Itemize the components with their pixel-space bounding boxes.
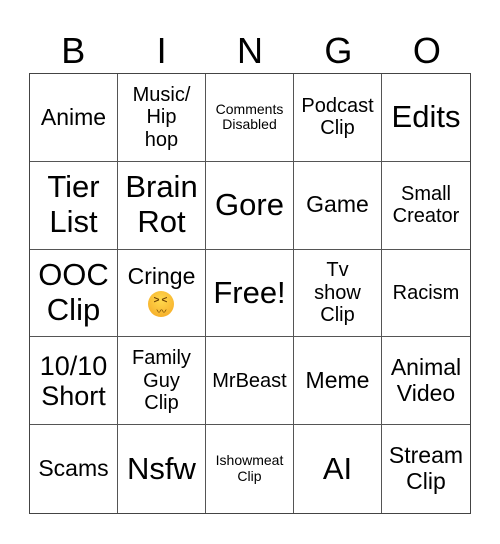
bingo-cell[interactable]: Meme — [294, 337, 382, 426]
cell-content: Scams — [38, 455, 109, 482]
cell-label: MrBeast — [212, 369, 287, 392]
cell-content: Stream Clip — [389, 443, 463, 495]
bingo-cell[interactable]: Scams — [30, 425, 118, 513]
bingo-cell[interactable]: Music/ Hip hop — [118, 74, 206, 162]
cell-content: MrBeast — [212, 370, 286, 392]
cell-label: Edits — [391, 99, 461, 135]
cell-label: Family Guy Clip — [132, 347, 191, 414]
cell-content: Tier List — [47, 169, 100, 240]
cell-label: Anime — [40, 103, 107, 130]
bingo-grid: Anime Music/ Hip hop Comments Disabled Podc… — [29, 73, 471, 514]
cell-content: Animal Video — [390, 354, 462, 407]
cell-label: Gore — [215, 186, 284, 222]
bingo-cell[interactable]: Tv show Clip — [294, 249, 382, 338]
cell-content: OOC Clip — [38, 257, 109, 327]
bingo-cell[interactable]: OOC Clip — [30, 249, 118, 338]
cell-label: Ishowmeat Clip — [215, 452, 284, 485]
cell-content: Tv show Clip — [314, 259, 361, 326]
cell-label: OOC Clip — [38, 257, 109, 327]
cell-label: Tv show Clip — [314, 259, 361, 327]
bingo-cell[interactable]: MrBeast — [206, 337, 294, 426]
bingo-cell[interactable]: Edits — [382, 74, 470, 162]
cell-content: Free! — [213, 274, 286, 311]
cell-label: Meme — [305, 366, 370, 393]
cell-content: Family Guy Clip — [132, 347, 191, 414]
bingo-cell[interactable]: 10/10 Short — [30, 337, 118, 426]
bingo-cell[interactable]: Tier List — [30, 161, 118, 250]
cell-label: Animal Video — [390, 354, 462, 406]
bingo-cell[interactable]: Racism — [382, 250, 470, 338]
cell-label: Small Creator — [392, 182, 460, 228]
cell-content: Small Creator — [393, 183, 460, 228]
header-letter-b: B — [61, 30, 86, 71]
cell-content: Brain Rot — [125, 169, 198, 240]
bingo-cell[interactable]: Family Guy Clip — [118, 337, 206, 426]
cell-content: Anime — [40, 103, 107, 131]
bingo-cell[interactable]: Podcast Clip — [294, 74, 382, 162]
bingo-cell[interactable]: Gore — [206, 161, 294, 250]
bingo-cell[interactable]: Anime — [30, 74, 118, 162]
cell-content: Comments Disabled — [215, 100, 284, 133]
cell-content: Ishowmeat Clip — [215, 452, 284, 485]
header-letter-n: N — [237, 30, 264, 71]
cell-label: Brain Rot — [125, 169, 198, 240]
cell-label: Music/ Hip hop — [132, 83, 191, 151]
cell-label: Nsfw — [127, 450, 196, 486]
header-letter-g: G — [324, 30, 353, 71]
bingo-cell[interactable]: Brain Rot — [118, 161, 206, 250]
cell-content: 10/10 Short — [40, 351, 108, 411]
cell-content: Music/ Hip hop — [133, 84, 191, 151]
cell-label: 10/10 Short — [39, 350, 108, 411]
cell-label: Game — [306, 191, 369, 218]
cell-content: Nsfw — [127, 450, 196, 487]
cell-label: Podcast Clip — [301, 95, 374, 140]
cell-content: Podcast Clip — [301, 95, 373, 140]
bingo-cell[interactable]: Cringe — [118, 249, 206, 338]
bingo-header: B I N G O — [29, 30, 471, 72]
confounded-face-icon — [148, 291, 175, 318]
header-letter-i: I — [156, 30, 167, 71]
cell-label: Free! — [213, 274, 286, 310]
cell-label: AI — [322, 450, 353, 486]
cell-content: Game — [306, 192, 369, 218]
cell-label: Racism — [392, 281, 460, 304]
cell-content: Edits — [391, 99, 461, 135]
bingo-cell[interactable]: Nsfw — [118, 425, 206, 513]
bingo-cell[interactable]: AI — [294, 425, 382, 513]
cell-label: Comments Disabled — [215, 100, 284, 133]
bingo-cell[interactable]: Game — [294, 161, 382, 250]
cell-content: Racism — [393, 282, 460, 304]
cell-content: Meme — [305, 366, 370, 394]
bingo-cell[interactable]: Small Creator — [382, 162, 470, 250]
cell-content: AI — [322, 450, 353, 487]
cell-label: Tier List — [47, 169, 100, 240]
cell-content: Cringe — [127, 262, 196, 323]
cell-label: Cringe — [127, 262, 196, 289]
cell-label: Scams — [38, 455, 109, 482]
bingo-cell[interactable]: Free! — [206, 249, 294, 338]
bingo-cell[interactable]: Ishowmeat Clip — [206, 425, 294, 513]
cell-content: Gore — [215, 186, 284, 223]
bingo-cell[interactable]: Animal Video — [382, 337, 470, 426]
cell-label: Stream Clip — [388, 442, 464, 495]
header-letter-o: O — [412, 30, 441, 71]
bingo-cell[interactable]: Comments Disabled — [206, 74, 294, 162]
bingo-cell[interactable]: Stream Clip — [382, 425, 470, 513]
